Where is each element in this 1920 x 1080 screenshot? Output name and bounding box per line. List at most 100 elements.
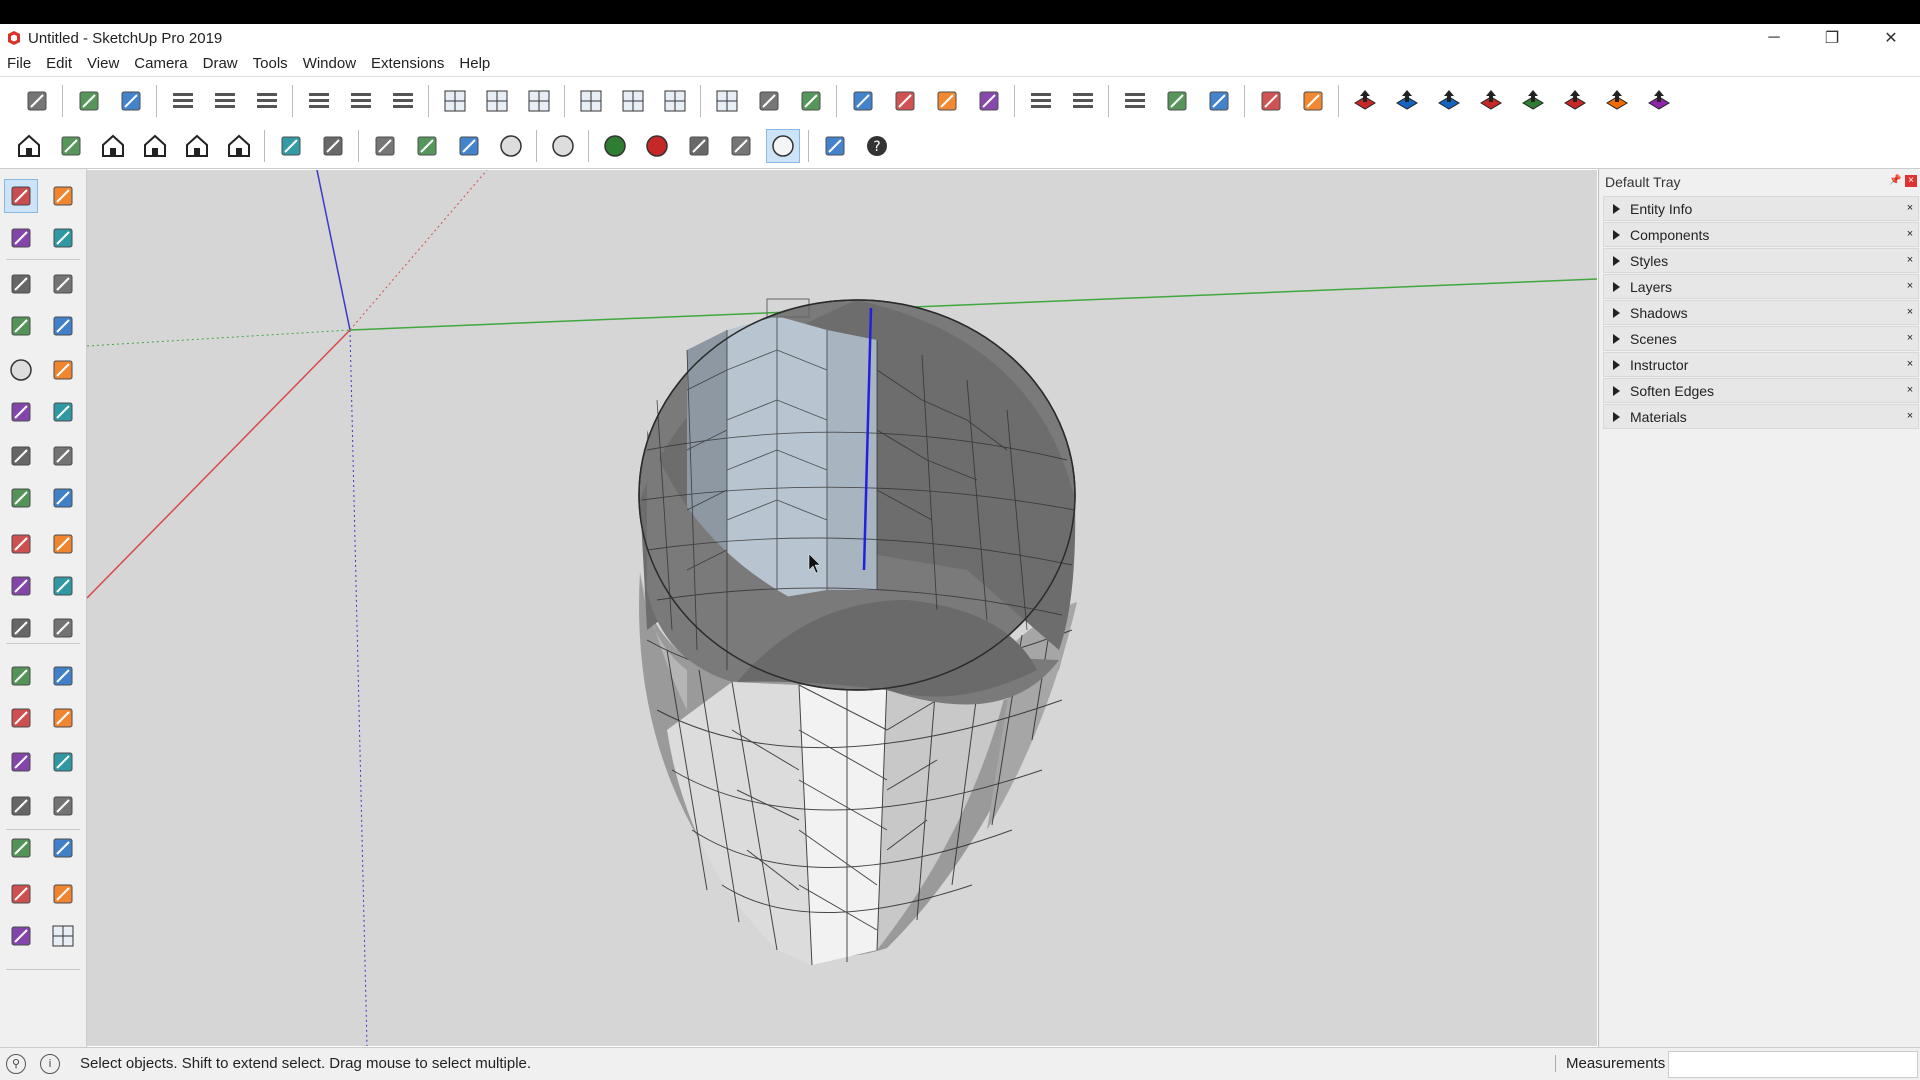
make-component-icon[interactable] (46, 179, 80, 213)
panel-components[interactable]: Components × (1603, 222, 1919, 247)
model-canvas[interactable] (87, 170, 1597, 1046)
section-grid-icon[interactable] (480, 84, 514, 118)
polygon-icon[interactable] (46, 353, 80, 387)
info-icon[interactable]: i (40, 1054, 60, 1074)
shell-icon[interactable] (682, 129, 716, 163)
fredo-blue-icon[interactable] (1390, 84, 1424, 118)
view-grid-icon[interactable] (574, 84, 608, 118)
rotated-rectangle-icon[interactable] (46, 309, 80, 343)
minimize-button[interactable]: ─ (1745, 24, 1803, 52)
menu-camera[interactable]: Camera (127, 55, 195, 72)
sphere-white-icon[interactable] (766, 129, 800, 163)
home-icon[interactable] (96, 129, 130, 163)
fredo-f-icon[interactable] (1642, 84, 1676, 118)
panel-close-icon[interactable]: × (1904, 384, 1916, 396)
erase-red-icon[interactable] (1296, 84, 1330, 118)
panel-materials[interactable]: Materials × (1603, 404, 1919, 429)
panel-close-icon[interactable]: × (1904, 332, 1916, 344)
two-point-arc-icon[interactable] (46, 395, 80, 429)
panel-instructor[interactable]: Instructor × (1603, 352, 1919, 377)
distribute-plus-icon[interactable] (344, 84, 378, 118)
pen-edit-icon[interactable] (1254, 84, 1288, 118)
offset-icon[interactable] (46, 569, 80, 603)
tray-close-button[interactable]: × (1905, 175, 1917, 187)
house-open-icon[interactable] (222, 129, 256, 163)
copy-icon-icon[interactable] (888, 84, 922, 118)
sphere-wire-icon[interactable] (546, 129, 580, 163)
warehouse-icon[interactable] (12, 129, 46, 163)
panel-soften-edges[interactable]: Soften Edges × (1603, 378, 1919, 403)
pie-icon[interactable] (46, 439, 80, 473)
panel-scenes[interactable]: Scenes × (1603, 326, 1919, 351)
pencil-curve-icon[interactable] (274, 129, 308, 163)
section-cross-icon[interactable] (522, 84, 556, 118)
fredo-r-icon[interactable] (1474, 84, 1508, 118)
view-x-icon[interactable] (658, 84, 692, 118)
protractor-icon[interactable] (4, 659, 38, 693)
push-up-icon[interactable] (724, 129, 758, 163)
menu-window[interactable]: Window (296, 55, 364, 72)
terrain-icon-icon[interactable] (752, 84, 786, 118)
panel-styles[interactable]: Styles × (1603, 248, 1919, 273)
split-h-icon[interactable] (1024, 84, 1058, 118)
fredo-n-icon[interactable] (1558, 84, 1592, 118)
fredo-j-icon[interactable] (1432, 84, 1466, 118)
panel-layers[interactable]: Layers × (1603, 274, 1919, 299)
panel-close-icon[interactable]: × (1904, 254, 1916, 266)
scale-box-icon[interactable] (452, 129, 486, 163)
push-pull-icon[interactable] (46, 481, 80, 515)
question-blue-icon[interactable]: ? (860, 129, 894, 163)
cursor-arrow-icon[interactable] (316, 129, 350, 163)
menu-file[interactable]: File (0, 55, 39, 72)
paint-bucket-icon[interactable] (4, 221, 38, 255)
help-circle-icon[interactable] (494, 129, 528, 163)
cloud-icon-icon[interactable] (794, 84, 828, 118)
look-around-icon[interactable] (46, 877, 80, 911)
pin-icon[interactable]: 📌 (1889, 175, 1901, 187)
split-v-icon[interactable] (1066, 84, 1100, 118)
move-icon[interactable] (4, 481, 38, 515)
rotate-icon[interactable] (4, 527, 38, 561)
component-make-icon[interactable] (72, 84, 106, 118)
view-center-icon[interactable] (616, 84, 650, 118)
menu-view[interactable]: View (80, 55, 127, 72)
select-icon[interactable] (4, 179, 38, 213)
fredo-push-icon[interactable] (1348, 84, 1382, 118)
eraser-icon[interactable] (46, 221, 80, 255)
panel-close-icon[interactable]: × (1904, 228, 1916, 240)
delete-x-icon[interactable] (1160, 84, 1194, 118)
menu-edit[interactable]: Edit (39, 55, 80, 72)
house-outline-icon[interactable] (180, 129, 214, 163)
align-left-icon[interactable] (166, 84, 200, 118)
freehand-icon[interactable] (46, 267, 80, 301)
distribute-right-icon[interactable] (386, 84, 420, 118)
arc-icon[interactable] (4, 395, 38, 429)
previous-view-icon[interactable] (46, 831, 80, 865)
cylinder-model[interactable] (638, 298, 1077, 966)
menu-tools[interactable]: Tools (246, 55, 296, 72)
dimension-icon[interactable] (46, 611, 80, 645)
fredo-v-icon[interactable] (1516, 84, 1550, 118)
zoom-extents-icon[interactable] (4, 831, 38, 865)
panel-close-icon[interactable]: × (1904, 280, 1916, 292)
table-icon-icon[interactable] (710, 84, 744, 118)
geo-location-icon[interactable]: ⚲ (6, 1054, 26, 1074)
zoom-window-icon[interactable] (46, 789, 80, 823)
orbit-icon[interactable] (4, 745, 38, 779)
panel-entity-info[interactable]: Entity Info × (1603, 196, 1919, 221)
drawing-viewport[interactable] (87, 170, 1597, 1046)
flip-icon-icon[interactable] (972, 84, 1006, 118)
move-down-icon[interactable] (1118, 84, 1152, 118)
position-camera-icon[interactable] (4, 877, 38, 911)
panel-close-icon[interactable]: × (1904, 410, 1916, 422)
panel-close-icon[interactable]: × (1904, 358, 1916, 370)
book-icon[interactable] (54, 129, 88, 163)
axes-icon[interactable] (4, 701, 38, 735)
rotate-arrows-icon[interactable] (410, 129, 444, 163)
move-arrows-icon[interactable] (368, 129, 402, 163)
align-center-icon[interactable] (208, 84, 242, 118)
scale-icon[interactable] (4, 569, 38, 603)
align-right-icon[interactable] (250, 84, 284, 118)
figure-icon[interactable] (818, 129, 852, 163)
menu-extensions[interactable]: Extensions (364, 55, 452, 72)
